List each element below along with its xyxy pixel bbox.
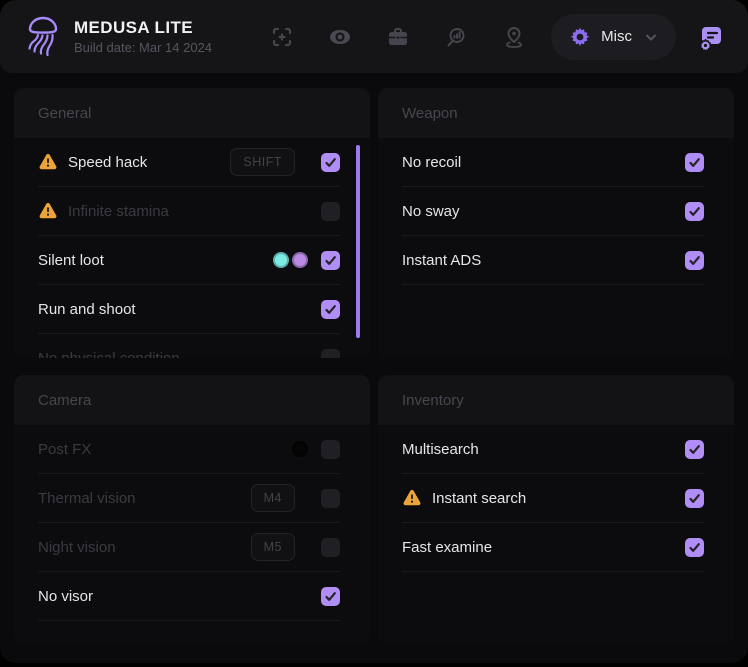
toggle-row[interactable]: Run and shoot bbox=[38, 285, 340, 334]
toggle-row[interactable]: Silent loot bbox=[38, 236, 340, 285]
row-label: Instant search bbox=[432, 490, 526, 507]
checkbox[interactable] bbox=[685, 202, 704, 221]
panel-rows: Post FX Thermal vision M4 Night vision M… bbox=[14, 425, 370, 621]
row-label: Fast examine bbox=[402, 539, 492, 556]
jellyfish-logo-icon bbox=[22, 11, 64, 63]
row-label: No recoil bbox=[402, 154, 461, 171]
location-pin-icon[interactable] bbox=[501, 24, 527, 50]
panel-title: Inventory bbox=[402, 392, 464, 409]
row-label: Post FX bbox=[38, 441, 91, 458]
row-label: Thermal vision bbox=[38, 490, 136, 507]
panels-grid: General Speed hack SHIFT bbox=[0, 73, 748, 645]
checkbox[interactable] bbox=[321, 300, 340, 319]
toggle-row[interactable]: Speed hack SHIFT bbox=[38, 138, 340, 187]
checkbox[interactable] bbox=[685, 251, 704, 270]
checkbox[interactable] bbox=[321, 153, 340, 172]
toggle-row[interactable]: Infinite stamina bbox=[38, 187, 340, 236]
toggle-row[interactable]: Instant ADS bbox=[402, 236, 704, 285]
panel-header: Weapon bbox=[378, 88, 734, 138]
checkbox[interactable] bbox=[321, 349, 340, 359]
toggle-row[interactable]: Multisearch bbox=[402, 425, 704, 474]
checkbox[interactable] bbox=[685, 489, 704, 508]
checkbox[interactable] bbox=[685, 153, 704, 172]
gear-icon bbox=[569, 26, 591, 48]
keybind-badge[interactable]: M5 bbox=[251, 533, 295, 561]
misc-label: Misc bbox=[601, 28, 632, 45]
row-label: Run and shoot bbox=[38, 301, 136, 318]
row-label: Night vision bbox=[38, 539, 116, 556]
color-dots bbox=[292, 441, 308, 457]
misc-dropdown-button[interactable]: Misc bbox=[551, 14, 676, 60]
panel-body: Post FX Thermal vision M4 Night vision M… bbox=[14, 425, 370, 645]
keybind-badge[interactable]: M4 bbox=[251, 484, 295, 512]
scrollbar[interactable] bbox=[356, 145, 360, 338]
settings-list-icon[interactable] bbox=[696, 22, 726, 52]
toggle-row[interactable]: No recoil bbox=[402, 138, 704, 187]
toggle-row[interactable]: Instant search bbox=[402, 474, 704, 523]
row-label: Silent loot bbox=[38, 252, 104, 269]
focus-icon[interactable] bbox=[269, 24, 295, 50]
warning-icon bbox=[402, 489, 422, 507]
app-title: MEDUSA LITE bbox=[74, 17, 212, 38]
briefcase-icon[interactable] bbox=[385, 24, 411, 50]
toggle-row[interactable]: Thermal vision M4 bbox=[38, 474, 340, 523]
toggle-row[interactable]: Fast examine bbox=[402, 523, 704, 572]
row-label: No physical condition bbox=[38, 350, 180, 359]
panel-body: Speed hack SHIFT Infinite stamina Silent… bbox=[14, 138, 370, 358]
checkbox[interactable] bbox=[685, 440, 704, 459]
build-date: Build date: Mar 14 2024 bbox=[74, 40, 212, 56]
color-dots bbox=[273, 252, 308, 268]
row-label: Speed hack bbox=[68, 154, 147, 171]
chevron-down-icon bbox=[644, 30, 658, 44]
panel-rows: Multisearch Instant search bbox=[378, 425, 734, 572]
panel-header: Camera bbox=[14, 375, 370, 425]
row-label: No visor bbox=[38, 588, 93, 605]
row-label: Multisearch bbox=[402, 441, 479, 458]
color-dot[interactable] bbox=[292, 441, 308, 457]
header: MEDUSA LITE Build date: Mar 14 2024 bbox=[0, 0, 748, 73]
checkbox[interactable] bbox=[321, 587, 340, 606]
panel-camera: Camera Post FX Thermal vision M4 Night v… bbox=[14, 375, 370, 645]
warning-icon bbox=[38, 153, 58, 171]
app-window: MEDUSA LITE Build date: Mar 14 2024 bbox=[0, 0, 748, 663]
toggle-row[interactable]: Night vision M5 bbox=[38, 523, 340, 572]
toggle-row[interactable]: No visor bbox=[38, 572, 340, 621]
toggle-row[interactable]: No sway bbox=[402, 187, 704, 236]
toggle-row[interactable]: No physical condition bbox=[38, 334, 340, 358]
panel-title: General bbox=[38, 105, 91, 122]
eye-icon[interactable] bbox=[327, 24, 353, 50]
toggle-row[interactable]: Post FX bbox=[38, 425, 340, 474]
panel-rows: Speed hack SHIFT Infinite stamina Silent… bbox=[14, 138, 370, 358]
row-label: Infinite stamina bbox=[68, 203, 169, 220]
title-block: MEDUSA LITE Build date: Mar 14 2024 bbox=[74, 17, 212, 57]
checkbox[interactable] bbox=[321, 202, 340, 221]
panel-header: Inventory bbox=[378, 375, 734, 425]
panel-body: No recoil No sway Instant ADS bbox=[378, 138, 734, 358]
header-toolbar bbox=[269, 24, 527, 50]
panel-title: Weapon bbox=[402, 105, 458, 122]
checkbox[interactable] bbox=[321, 251, 340, 270]
panel-rows: No recoil No sway Instant ADS bbox=[378, 138, 734, 285]
checkbox[interactable] bbox=[685, 538, 704, 557]
search-stats-icon[interactable] bbox=[443, 24, 469, 50]
panel-general: General Speed hack SHIFT bbox=[14, 88, 370, 358]
panel-body: Multisearch Instant search bbox=[378, 425, 734, 645]
warning-icon bbox=[38, 202, 58, 220]
color-dot[interactable] bbox=[273, 252, 289, 268]
panel-weapon: Weapon No recoil No sway Instant ADS bbox=[378, 88, 734, 358]
keybind-badge[interactable]: SHIFT bbox=[230, 148, 295, 176]
panel-title: Camera bbox=[38, 392, 91, 409]
checkbox[interactable] bbox=[321, 440, 340, 459]
panel-header: General bbox=[14, 88, 370, 138]
row-label: No sway bbox=[402, 203, 460, 220]
panel-inventory: Inventory Multisearch Instant search bbox=[378, 375, 734, 645]
checkbox[interactable] bbox=[321, 489, 340, 508]
color-dot[interactable] bbox=[292, 252, 308, 268]
checkbox[interactable] bbox=[321, 538, 340, 557]
row-label: Instant ADS bbox=[402, 252, 481, 269]
